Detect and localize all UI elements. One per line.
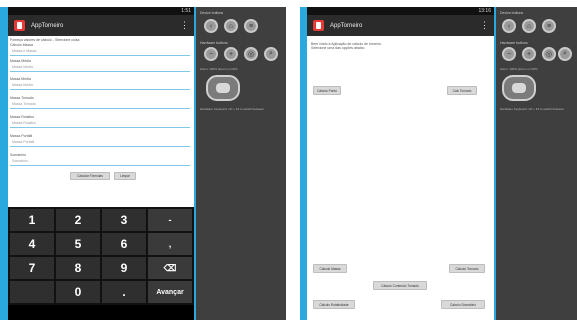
left-app-title: AppTorneiro (31, 22, 64, 29)
right-menu-screen: Bem vindo à Aplicação de cálculo de torn… (307, 36, 494, 320)
menu-button-1[interactable]: Cálculo Ponto (313, 86, 341, 95)
left-menu-button-icon[interactable]: ≡ (244, 19, 258, 33)
left-home-button-icon[interactable]: ⌂ (224, 19, 238, 33)
left-keyboard-note: Hardware Keyboard: ctrl + F4 to switch b… (200, 107, 264, 111)
right-controls-title-2: Hardware buttons (500, 41, 528, 45)
right-home-button-icon[interactable]: ⌂ (522, 19, 536, 33)
left-status-time: 1:51 (181, 8, 191, 14)
key-1[interactable]: 1 (10, 209, 54, 231)
backspace-key-icon[interactable]: ⌫ (148, 257, 192, 279)
key-3[interactable]: 3 (102, 209, 146, 231)
menu-button-4[interactable]: Cálculo Tornado (449, 264, 485, 273)
key-2[interactable]: 2 (56, 209, 100, 231)
right-camera-icon[interactable]: ◎ (542, 47, 556, 61)
app-icon (14, 20, 25, 31)
right-search-icon[interactable]: ⌕ (558, 47, 572, 61)
left-volume-down-icon[interactable]: − (204, 47, 218, 61)
left-overflow-menu-icon[interactable]: ⋮ (180, 21, 189, 30)
left-controls-panel: Device buttons ‹ ⌂ ≡ Hardware buttons − … (196, 7, 286, 320)
key-comma[interactable]: , (148, 233, 192, 255)
right-intro-2: Selecione uma das opções abaixo: (311, 46, 366, 50)
key-6[interactable]: 6 (102, 233, 146, 255)
menu-button-3[interactable]: Cálculo Massa (313, 264, 347, 273)
numeric-keypad: 1 2 3 - 4 5 6 , 7 8 9 ⌫ 0 . Avançar (8, 207, 194, 320)
key-4[interactable]: 4 (10, 233, 54, 255)
left-zoom-label: Zoom: 100% (Zoom on DPI) (200, 67, 238, 71)
app-icon (313, 20, 324, 31)
right-menu-button-icon[interactable]: ≡ (542, 19, 556, 33)
key-dot[interactable]: . (102, 281, 146, 303)
key-8[interactable]: 8 (56, 257, 100, 279)
left-controls-title-1: Device buttons (200, 11, 224, 15)
field-input-1[interactable]: Massa e Massa (10, 47, 190, 56)
menu-button-5[interactable]: Cálculo Conteúdo Tornado (373, 281, 427, 290)
field-input-2[interactable]: Massa Média (10, 63, 190, 72)
left-dpad-icon[interactable] (206, 75, 240, 101)
field-input-5[interactable]: Massa Rotativo (10, 119, 190, 128)
right-zoom-label: Zoom: 100% (Zoom on DPI) (500, 67, 538, 71)
field-input-7[interactable]: Somatório (10, 157, 190, 166)
left-phone-screen: 1:51 AppTorneiro ⋮ Forneça valores de cá… (8, 7, 194, 320)
key-5[interactable]: 5 (56, 233, 100, 255)
left-app-bar: AppTorneiro ⋮ (8, 15, 194, 36)
key-empty[interactable] (10, 281, 54, 303)
left-search-icon[interactable]: ⌕ (264, 47, 278, 61)
right-controls-title-1: Device buttons (500, 11, 524, 15)
key-next[interactable]: Avançar (148, 281, 192, 303)
right-back-button-icon[interactable]: ‹ (502, 19, 516, 33)
key-9[interactable]: 9 (102, 257, 146, 279)
right-overflow-menu-icon[interactable]: ⋮ (480, 21, 489, 30)
key-7[interactable]: 7 (10, 257, 54, 279)
left-form: Forneça valores de cálculo - Selecione c… (8, 36, 194, 212)
right-app-title: AppTorneiro (330, 22, 363, 29)
menu-button-6[interactable]: Cálculo Rotatividade (313, 300, 355, 309)
left-nav-bar (8, 305, 194, 320)
calculate-button[interactable]: Calcular Fórmulas (70, 172, 110, 180)
right-controls-panel: Device buttons ‹ ⌂ ≡ Hardware buttons − … (496, 7, 577, 320)
left-camera-icon[interactable]: ◎ (244, 47, 258, 61)
clear-button[interactable]: Limpar (114, 172, 136, 180)
right-volume-up-icon[interactable]: + (522, 47, 536, 61)
right-dpad-icon[interactable] (502, 75, 536, 101)
field-input-4[interactable]: Massa Tornado (10, 100, 190, 109)
left-intro: Forneça valores de cálculo - Selecione c… (10, 38, 80, 42)
key-0[interactable]: 0 (56, 281, 100, 303)
right-phone-screen: 13:16 AppTorneiro ⋮ Bem vindo à Aplicaçã… (307, 7, 494, 320)
key-minus[interactable]: - (148, 209, 192, 231)
field-input-3[interactable]: Massa Média (10, 81, 190, 90)
right-status-time: 13:16 (478, 8, 491, 14)
left-status-bar: 1:51 (8, 7, 194, 15)
menu-button-7[interactable]: Cálculo Somatório (441, 300, 485, 309)
left-back-button-icon[interactable]: ‹ (204, 19, 218, 33)
right-app-bar: AppTorneiro ⋮ (307, 15, 494, 36)
field-input-6[interactable]: Massa Portátil (10, 138, 190, 147)
right-volume-down-icon[interactable]: − (502, 47, 516, 61)
menu-button-2[interactable]: Calc Tornado (447, 86, 477, 95)
right-keyboard-note: Hardware Keyboard: ctrl + F4 to switch b… (500, 107, 564, 111)
left-volume-up-icon[interactable]: + (224, 47, 238, 61)
left-controls-title-2: Hardware buttons (200, 41, 228, 45)
right-status-bar: 13:16 (307, 7, 494, 15)
